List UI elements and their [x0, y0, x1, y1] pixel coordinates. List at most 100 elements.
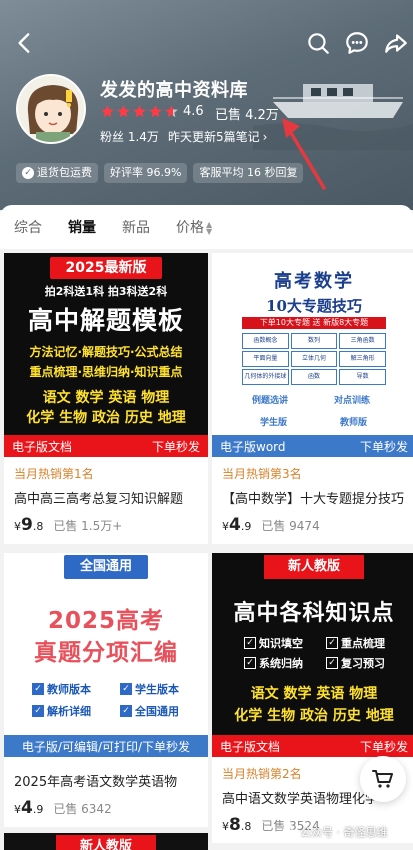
cover-title: 2025高考 — [47, 608, 164, 634]
shop-notes-update-link[interactable]: 昨天更新5篇笔记 › — [168, 128, 267, 145]
cover-subjects: 化学 生物 政治 历史 地理 — [26, 410, 186, 426]
star-icon — [101, 105, 114, 118]
tab-price-label: 价格 — [176, 220, 204, 236]
cover-feature: ✓ 重点梳理 — [326, 635, 385, 651]
share-icon[interactable] — [383, 30, 409, 56]
tab-sales[interactable]: 销量 — [68, 217, 96, 237]
checkbox-icon: ✓ — [32, 683, 44, 695]
cover-line: 方法记忆·解题技巧·公式总结 — [29, 345, 183, 359]
product-sold-count: 已售 9474 — [261, 519, 320, 533]
star-icon — [117, 105, 130, 118]
cover-feature-label: 解析详细 — [47, 705, 91, 718]
price-decimal: .8 — [32, 520, 44, 533]
shop-name: 发发的高中资料库 — [100, 80, 248, 101]
checkbox-icon: ✓ — [326, 637, 338, 649]
checkbox-icon: ✓ — [244, 657, 256, 669]
cover-badge: 2025最新版 — [50, 257, 162, 279]
product-cover-image: 2025最新版 拍2科送1科 拍3科送2科 高中解题模板 方法记忆·解题技巧·公… — [4, 253, 208, 457]
cover-bar-right: 下单秒发 — [359, 739, 408, 754]
shop-rating-score: 4.6 — [183, 104, 204, 119]
cover-feature: ✓ 解析详细 — [32, 703, 91, 719]
topic-cell: 导数 — [339, 369, 386, 385]
star-icon — [133, 105, 146, 118]
price-integer: 4 — [229, 515, 241, 535]
product-title: 2025年高考语文数学英语物 — [14, 775, 178, 790]
rating-stars — [100, 104, 179, 119]
cover-title: 高考数学 — [274, 271, 354, 292]
back-arrow-icon[interactable] — [12, 30, 38, 56]
cover-bar-left: 电子版word — [220, 439, 286, 454]
product-card[interactable]: 2025最新版 拍2科送1科 拍3科送2科 高中解题模板 方法记忆·解题技巧·公… — [4, 253, 208, 544]
cover-feature-label: 重点梳理 — [341, 637, 385, 650]
service-tag: 好评率 96.9% — [104, 163, 188, 183]
cover-feature-label: 复习预习 — [341, 657, 385, 670]
cover-bottom-bar: 电子版word 下单秒发 — [212, 435, 413, 457]
service-tag-label: 好评率 96.9% — [110, 166, 182, 179]
price-decimal: .8 — [240, 820, 252, 833]
shop-service-tags: ✓ 退货包运费 好评率 96.9% 客服平均 16 秒回复 — [16, 163, 304, 183]
cover-label: 对点训练 — [334, 396, 371, 406]
product-cover-image: 新人教版 高中各科知识点 ✓ 知识填空 ✓ 重点梳理 ✓ 系统归纳 ✓ 复习预习 语文 … — [212, 553, 413, 757]
cover-label: 例题选讲 — [252, 396, 289, 406]
checkbox-icon: ✓ — [244, 637, 256, 649]
topic-cell: 函数概念 — [242, 333, 289, 349]
sort-updown-icon: ▲ ▼ — [206, 220, 213, 236]
cover-title: 真题分项汇编 — [34, 640, 178, 666]
cover-title: 高中解题模板 — [27, 306, 184, 335]
watermark: 公众号 · 奇怪思维 — [282, 824, 388, 840]
hot-rank-label: 当月热销第1名 — [14, 467, 94, 481]
cover-feature: ✓ 全国通用 — [120, 703, 179, 719]
topic-cell: 几何体的外接球 — [242, 369, 289, 385]
shield-check-icon: ✓ — [22, 167, 34, 179]
cover-topic-grid: 函数概念 数列 三角函数 平面向量 立体几何 解三角形 几何体的外接球 函数 导… — [242, 333, 386, 385]
cover-bar-left: 电子版文档 — [220, 739, 281, 754]
service-tag-label: 客服平均 16 秒回复 — [199, 166, 298, 179]
product-card[interactable]: 新人教版 — [4, 833, 208, 850]
cover-bar-right: 下单秒发 — [151, 439, 200, 454]
star-icon — [165, 105, 178, 118]
shopping-cart-button[interactable] — [360, 756, 406, 802]
cover-badge: 新人教版 — [264, 555, 364, 579]
service-tag: 客服平均 16 秒回复 — [193, 163, 304, 183]
watermark-text: 公众号 · 奇怪思维 — [300, 826, 388, 839]
product-card[interactable]: 全国通用 2025高考 真题分项汇编 ✓ 教师版本 ✓ 学生版本 ✓ 解析详细 ✓ 全国… — [4, 553, 208, 827]
cover-subjects: 语文 数学 英语 物理 — [42, 390, 170, 406]
service-tag-label: 退货包运费 — [37, 166, 92, 179]
shop-notes-update-label: 昨天更新5篇笔记 — [168, 130, 260, 144]
star-icon — [149, 105, 162, 118]
product-sold-count: 已售 1.5万+ — [53, 519, 123, 533]
cover-bar-left: 电子版文档 — [12, 439, 73, 454]
topic-cell: 立体几何 — [290, 351, 338, 367]
topic-cell: 函数 — [290, 369, 338, 385]
topic-cell: 解三角形 — [339, 351, 386, 367]
price-decimal: .9 — [32, 803, 44, 816]
shop-avatar[interactable] — [16, 74, 86, 144]
cover-promo: 拍2科送1科 拍3科送2科 — [44, 285, 168, 298]
hot-rank-label: 当月热销第3名 — [222, 467, 302, 481]
cover-feature-label: 全国通用 — [135, 705, 179, 718]
product-sold-count: 已售 6342 — [53, 802, 112, 816]
search-icon[interactable] — [305, 30, 331, 56]
cover-feature: ✓ 复习预习 — [326, 655, 385, 671]
cover-promo: 下单10大专题 送 新版8大专题 — [242, 317, 386, 329]
cover-feature-label: 系统归纳 — [259, 657, 303, 670]
tab-price[interactable]: 价格 ▲ ▼ — [176, 217, 212, 237]
shopping-cart-icon — [372, 770, 393, 788]
currency-symbol: ¥ — [222, 820, 229, 833]
cover-bottom-bar: 电子版文档 下单秒发 — [212, 735, 413, 757]
cover-feature: ✓ 学生版本 — [120, 681, 179, 697]
cover-subtitle: 10大专题技巧 — [266, 297, 362, 315]
customer-service-chat-icon[interactable] — [344, 30, 370, 56]
chevron-right-icon: › — [262, 130, 268, 144]
sort-tabs: 综合 销量 新品 价格 ▲ ▼ — [0, 205, 413, 249]
cover-label: 教师版 — [340, 418, 368, 428]
product-card[interactable]: 高考数学 10大专题技巧 下单10大专题 送 新版8大专题 函数概念 数列 三角… — [212, 253, 413, 544]
checkbox-icon: ✓ — [326, 657, 338, 669]
cover-feature-label: 知识填空 — [259, 637, 303, 650]
price-integer: 4 — [21, 798, 33, 818]
cover-label: 学生版 — [260, 418, 288, 428]
tab-comprehensive[interactable]: 综合 — [14, 217, 42, 237]
currency-symbol: ¥ — [14, 520, 21, 533]
tab-new[interactable]: 新品 — [122, 217, 150, 237]
price-decimal: .9 — [240, 520, 252, 533]
